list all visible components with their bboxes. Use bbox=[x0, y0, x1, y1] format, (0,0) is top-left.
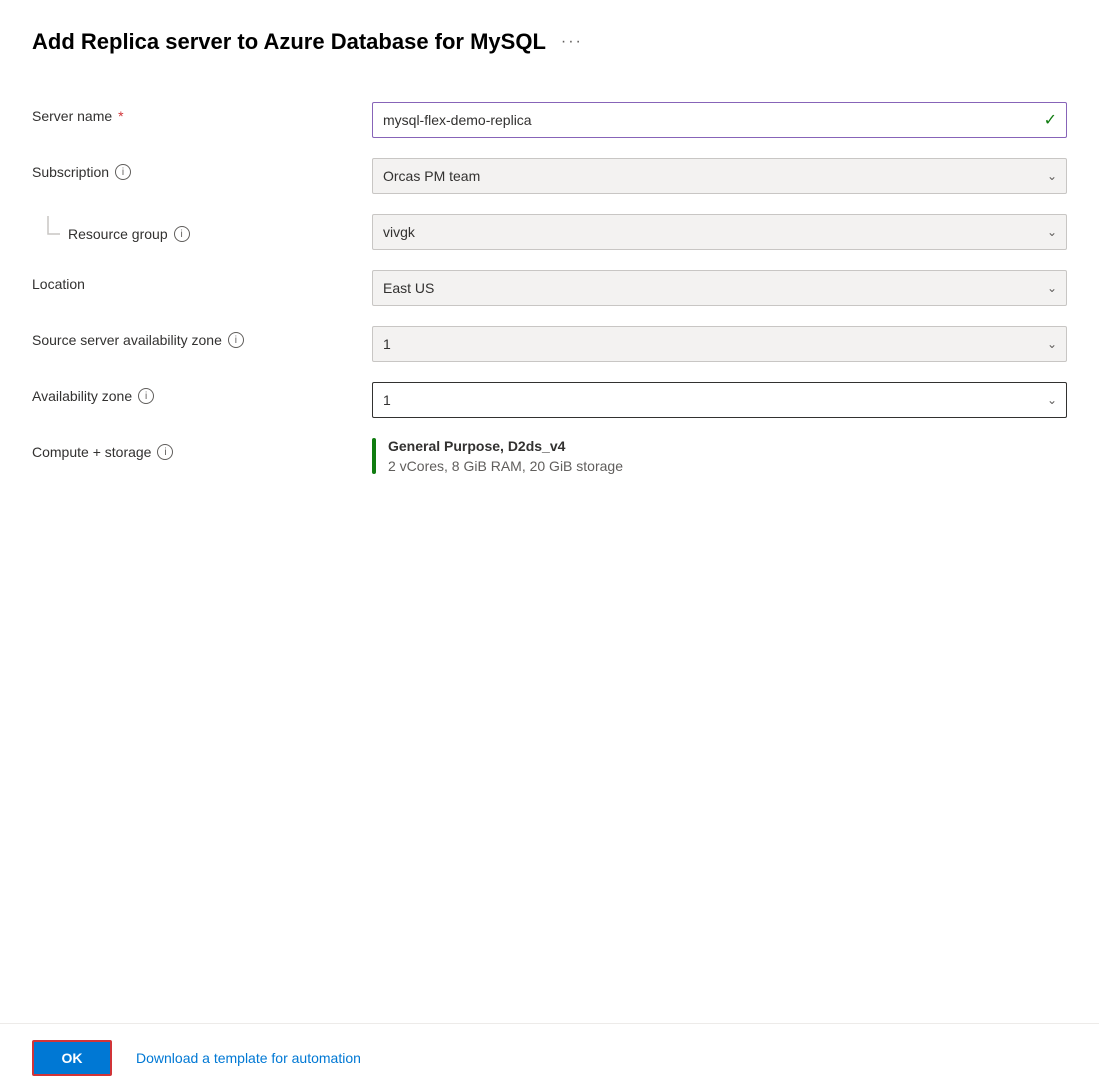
subscription-row: Subscription i Orcas PM team ⌄ bbox=[32, 148, 1067, 204]
resource-group-dropdown-wrapper: vivgk ⌄ bbox=[372, 214, 1067, 250]
availability-zone-label: Availability zone i bbox=[32, 382, 372, 404]
resource-group-dropdown[interactable]: vivgk bbox=[372, 214, 1067, 250]
compute-tier-details: 2 vCores, 8 GiB RAM, 20 GiB storage bbox=[388, 458, 623, 474]
subscription-info-icon[interactable]: i bbox=[115, 164, 131, 180]
source-zone-info-icon[interactable]: i bbox=[228, 332, 244, 348]
source-availability-zone-label: Source server availability zone i bbox=[32, 326, 372, 348]
checkmark-icon: ✓ bbox=[1044, 110, 1057, 130]
availability-zone-row: Availability zone i 1 ⌄ bbox=[32, 372, 1067, 428]
compute-text-block: General Purpose, D2ds_v4 2 vCores, 8 GiB… bbox=[380, 438, 623, 474]
location-dropdown[interactable]: East US bbox=[372, 270, 1067, 306]
ok-button[interactable]: OK bbox=[32, 1040, 112, 1076]
main-content: Add Replica server to Azure Database for… bbox=[0, 0, 1099, 1023]
server-name-input[interactable] bbox=[372, 102, 1067, 138]
compute-storage-row: Compute + storage i General Purpose, D2d… bbox=[32, 428, 1067, 484]
footer-bar: OK Download a template for automation bbox=[0, 1023, 1099, 1092]
resource-group-label-area: Resource group i bbox=[32, 214, 372, 244]
source-zone-dropdown[interactable]: 1 bbox=[372, 326, 1067, 362]
availability-zone-dropdown[interactable]: 1 bbox=[372, 382, 1067, 418]
server-name-label: Server name * bbox=[32, 102, 372, 124]
location-label: Location bbox=[32, 270, 372, 292]
compute-storage-info-icon[interactable]: i bbox=[157, 444, 173, 460]
source-availability-zone-control: 1 ⌄ bbox=[372, 326, 1067, 362]
resource-group-label: Resource group i bbox=[68, 220, 190, 242]
subscription-dropdown[interactable]: Orcas PM team bbox=[372, 158, 1067, 194]
availability-zone-dropdown-wrapper: 1 ⌄ bbox=[372, 382, 1067, 418]
branch-icon bbox=[46, 216, 60, 244]
availability-zone-control: 1 ⌄ bbox=[372, 382, 1067, 418]
subscription-label: Subscription i bbox=[32, 158, 372, 180]
source-availability-zone-row: Source server availability zone i 1 ⌄ bbox=[32, 316, 1067, 372]
server-name-row: Server name * ✓ bbox=[32, 92, 1067, 148]
location-control: East US ⌄ bbox=[372, 270, 1067, 306]
source-zone-dropdown-wrapper: 1 ⌄ bbox=[372, 326, 1067, 362]
page-title-row: Add Replica server to Azure Database for… bbox=[32, 28, 1067, 56]
server-name-control: ✓ bbox=[372, 102, 1067, 138]
location-dropdown-wrapper: East US ⌄ bbox=[372, 270, 1067, 306]
branch-line: Resource group i bbox=[32, 220, 190, 244]
compute-tier-title: General Purpose, D2ds_v4 bbox=[388, 438, 623, 454]
compute-storage-control: General Purpose, D2ds_v4 2 vCores, 8 GiB… bbox=[372, 438, 1067, 474]
compute-info-block: General Purpose, D2ds_v4 2 vCores, 8 GiB… bbox=[372, 438, 1067, 474]
compute-storage-label: Compute + storage i bbox=[32, 438, 372, 460]
server-name-input-wrapper: ✓ bbox=[372, 102, 1067, 138]
form-container: Server name * ✓ Subscription i bbox=[32, 92, 1067, 484]
ellipsis-button[interactable]: ··· bbox=[558, 28, 586, 56]
resource-group-control: vivgk ⌄ bbox=[372, 214, 1067, 250]
page-container: Add Replica server to Azure Database for… bbox=[0, 0, 1099, 1092]
template-link[interactable]: Download a template for automation bbox=[136, 1050, 361, 1066]
location-row: Location East US ⌄ bbox=[32, 260, 1067, 316]
required-star: * bbox=[118, 108, 123, 124]
resource-group-row: Resource group i vivgk ⌄ bbox=[32, 204, 1067, 260]
compute-info-bar bbox=[372, 438, 376, 474]
subscription-dropdown-wrapper: Orcas PM team ⌄ bbox=[372, 158, 1067, 194]
availability-zone-info-icon[interactable]: i bbox=[138, 388, 154, 404]
subscription-control: Orcas PM team ⌄ bbox=[372, 158, 1067, 194]
resource-group-info-icon[interactable]: i bbox=[174, 226, 190, 242]
page-title: Add Replica server to Azure Database for… bbox=[32, 29, 546, 55]
